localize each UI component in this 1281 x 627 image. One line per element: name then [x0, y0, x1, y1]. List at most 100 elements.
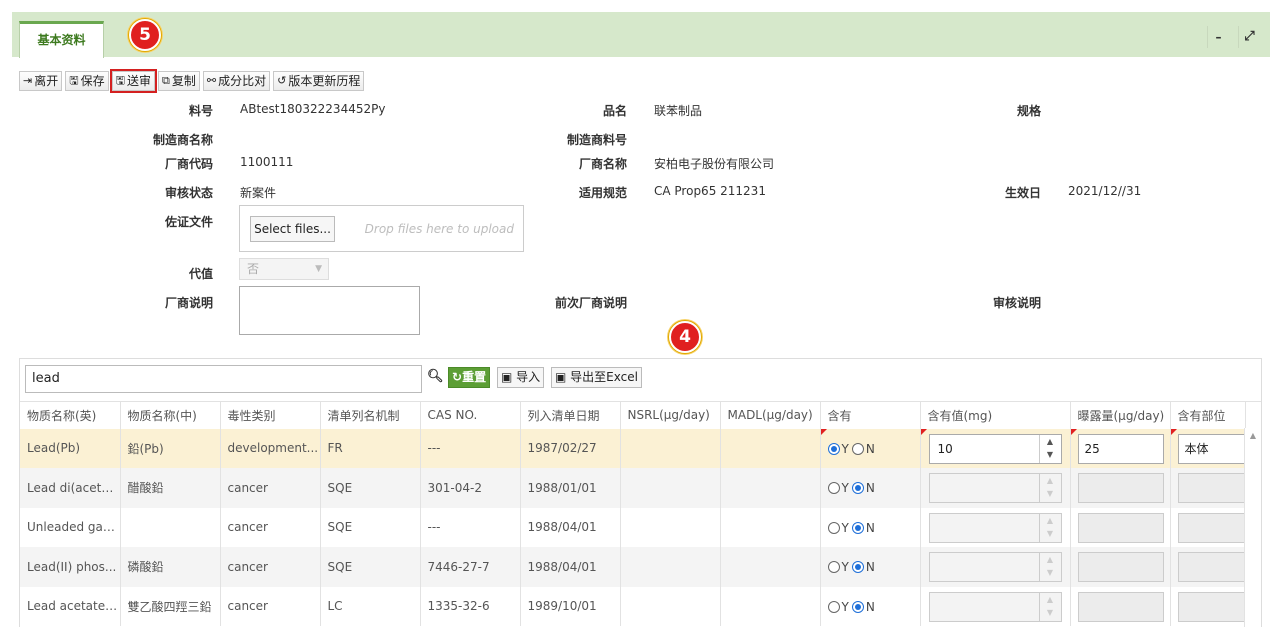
cell-en: Lead(II) phos... [20, 547, 121, 587]
column-header[interactable]: 含有部位 [1170, 401, 1246, 429]
file-upload-zone[interactable]: Select files... Drop files here to uploa… [239, 205, 524, 252]
part-input[interactable] [1177, 552, 1244, 582]
column-header[interactable]: 含有 [820, 401, 921, 429]
cell-zh: 磷酸鉛 [120, 547, 221, 587]
reset-button[interactable]: ↻重置 [448, 367, 491, 388]
column-header[interactable]: CAS NO. [420, 401, 521, 429]
link-icon: ⚯ [206, 74, 217, 87]
cell-date: 1988/01/01 [520, 468, 621, 508]
content-value-input[interactable]: ▲ ▼ [928, 512, 1062, 543]
spinner-icon[interactable]: ▲ ▼ [1038, 592, 1061, 621]
minimize-icon[interactable]: – [1207, 26, 1229, 48]
cell-nsrl [620, 468, 721, 508]
compare-button[interactable]: ⚯ 成分比对 [202, 71, 271, 91]
column-header[interactable]: 物质名称(英) [20, 401, 121, 429]
column-header[interactable]: 列入清单日期 [520, 401, 621, 429]
table-row[interactable]: Unleaded gas... cancer SQE --- 1988/04/01 Y N ▲… [20, 507, 1261, 547]
cell-cas: 1335-32-6 [420, 586, 521, 626]
cell-exposure: 25 [1070, 428, 1171, 468]
proxy-select[interactable]: 否 ▼ [239, 258, 329, 280]
radio-no[interactable] [851, 561, 864, 573]
save-button[interactable]: 🖫 保存 [65, 71, 109, 91]
column-header[interactable]: MADL(μg/day) [720, 401, 821, 429]
export-excel-button[interactable]: ▣ 导出至Excel [551, 367, 642, 388]
spinner-icon[interactable]: ▲ ▼ [1038, 553, 1061, 581]
column-header[interactable]: 物质名称(中) [120, 401, 221, 429]
substance-table: 物质名称(英) 物质名称(中) 毒性类别 清单列名机制 CAS NO. 列入清单日期 NSR… [20, 401, 1261, 626]
radio-yes[interactable] [827, 442, 840, 455]
part-input[interactable] [1177, 591, 1244, 622]
cell-value: ▲ ▼ [920, 547, 1071, 587]
product-name-value: 联苯制品 [654, 104, 703, 118]
cell-part [1170, 468, 1246, 508]
exposure-input[interactable]: 25 [1077, 433, 1164, 464]
save-icon: 🖫 [115, 74, 125, 87]
leave-button[interactable]: ⇥ 离开 [19, 71, 63, 91]
exposure-input[interactable] [1077, 552, 1164, 582]
history-button[interactable]: ↺ 版本更新历程 [273, 71, 365, 91]
save-icon: 🖫 [69, 74, 79, 87]
radio-yes-label: Y [841, 520, 849, 535]
vendor-note-textarea[interactable] [239, 286, 420, 335]
tab-basic-info[interactable]: 基本资料 [19, 21, 104, 58]
substance-grid: lead 🔍︎ ↻重置 ▣ 导入 ▣ 导出至Excel 物质名称(英) 物质名称(… [19, 358, 1262, 627]
radio-yes[interactable] [827, 521, 840, 534]
content-value-input[interactable]: 10 ▲ ▼ [928, 433, 1062, 464]
cell-contains: YN [820, 507, 921, 547]
exposure-input[interactable] [1077, 473, 1164, 503]
column-header[interactable]: NSRL(μg/day) [620, 401, 721, 429]
cell-zh: 雙乙酸四羥三鉛 [120, 586, 221, 626]
vendor-name-value: 安柏电子股份有限公司 [654, 157, 775, 171]
content-value-input[interactable]: ▲ ▼ [928, 591, 1062, 622]
search-icon[interactable]: 🔍︎ [427, 369, 444, 387]
spinner-icon[interactable]: ▲ ▼ [1038, 474, 1061, 502]
cell-zh [120, 507, 221, 547]
radio-yes[interactable] [827, 600, 840, 613]
radio-yes-label: Y [841, 441, 849, 456]
table-row[interactable]: Lead di(acetate) 醋酸鉛 cancer SQE 301-04-2 1988… [20, 468, 1261, 508]
spinner-icon[interactable]: ▲ ▼ [1038, 513, 1061, 542]
maximize-icon[interactable]: ⤢ [1238, 26, 1260, 48]
exit-icon: ⇥ [23, 74, 33, 87]
radio-yes[interactable] [827, 482, 840, 494]
radio-no[interactable] [851, 521, 864, 534]
part-input[interactable] [1177, 512, 1244, 543]
column-header[interactable]: 清单列名机制 [320, 401, 421, 429]
dirty-marker [1070, 428, 1077, 435]
spinner-icon[interactable]: ▲ ▼ [1038, 434, 1061, 463]
radio-no[interactable] [851, 482, 864, 494]
part-input[interactable]: 本体 [1177, 433, 1244, 464]
column-header[interactable]: 曝露量(μg/day) [1070, 401, 1171, 429]
submit-review-button[interactable]: 🖫 送审 [109, 69, 158, 93]
copy-button[interactable]: ⧉ 复制 [158, 71, 200, 91]
cell-madl [720, 547, 821, 587]
select-files-button[interactable]: Select files... [250, 216, 335, 242]
radio-no-label: N [865, 520, 875, 535]
cell-tox: cancer [220, 507, 321, 547]
table-row[interactable]: Lead(Pb) 鉛(Pb) development... FR --- 1987/02/… [20, 428, 1261, 468]
cell-exposure [1070, 507, 1171, 547]
exposure-input[interactable] [1077, 512, 1164, 543]
column-header[interactable]: 含有值(mg) [920, 401, 1071, 429]
radio-no[interactable] [851, 600, 864, 613]
table-row[interactable]: Lead acetate,... 雙乙酸四羥三鉛 cancer LC 1335-32-6… [20, 586, 1261, 626]
part-no-value: ABtest180322234452Py [240, 102, 386, 116]
table-row[interactable]: Lead(II) phos... 磷酸鉛 cancer SQE 7446-27-7 198… [20, 547, 1261, 587]
search-input[interactable]: lead [25, 365, 422, 393]
content-value-input[interactable]: ▲ ▼ [928, 473, 1062, 503]
content-value-input[interactable]: ▲ ▼ [928, 552, 1062, 582]
dirty-marker [920, 428, 927, 435]
scroll-up-icon: ▲ [1249, 431, 1257, 440]
part-input[interactable] [1177, 473, 1244, 503]
import-button[interactable]: ▣ 导入 [497, 367, 545, 388]
radio-yes[interactable] [827, 561, 840, 573]
panel-header [12, 12, 1270, 57]
column-header[interactable]: 毒性类别 [220, 401, 321, 429]
vendor-code-label: 厂商代码 [164, 157, 213, 171]
cell-cas: 301-04-2 [420, 468, 521, 508]
exposure-input[interactable] [1077, 591, 1164, 622]
regulation-label: 适用规范 [578, 186, 627, 200]
vertical-scrollbar[interactable]: ▲ [1244, 428, 1261, 627]
radio-no[interactable] [851, 442, 864, 455]
history-icon: ↺ [277, 74, 287, 87]
